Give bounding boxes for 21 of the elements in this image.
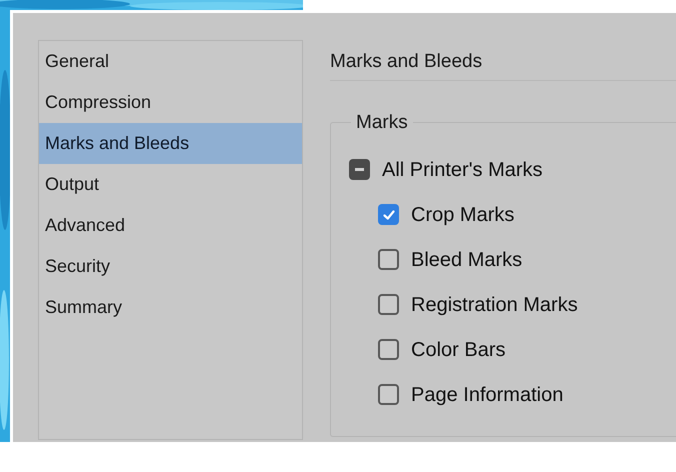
checkbox[interactable] — [378, 249, 399, 270]
checkbox-label: All Printer's Marks — [382, 158, 543, 182]
sidebar-item[interactable]: Output — [39, 164, 302, 205]
sidebar-item[interactable]: Summary — [39, 287, 302, 328]
checkbox[interactable] — [349, 159, 370, 180]
checkbox[interactable] — [378, 339, 399, 360]
checkbox-label: Registration Marks — [411, 292, 578, 318]
sidebar-item[interactable]: Security — [39, 246, 302, 287]
checkbox-label: Color Bars — [411, 338, 506, 362]
checkbox[interactable] — [378, 384, 399, 405]
section-title: Marks and Bleeds — [330, 50, 482, 74]
checkbox-label: Bleed Marks — [411, 248, 522, 272]
checkbox[interactable] — [378, 204, 399, 225]
sidebar-item[interactable]: Marks and Bleeds — [39, 123, 302, 164]
checkbox-label: Page Information — [411, 382, 564, 408]
check-icon — [382, 208, 396, 222]
sidebar-item[interactable]: Advanced — [39, 205, 302, 246]
sidebar-item[interactable]: Compression — [39, 82, 302, 123]
sidebar-item[interactable]: General — [39, 41, 302, 82]
checkbox-label: Crop Marks — [411, 202, 514, 228]
checkbox[interactable] — [378, 294, 399, 315]
